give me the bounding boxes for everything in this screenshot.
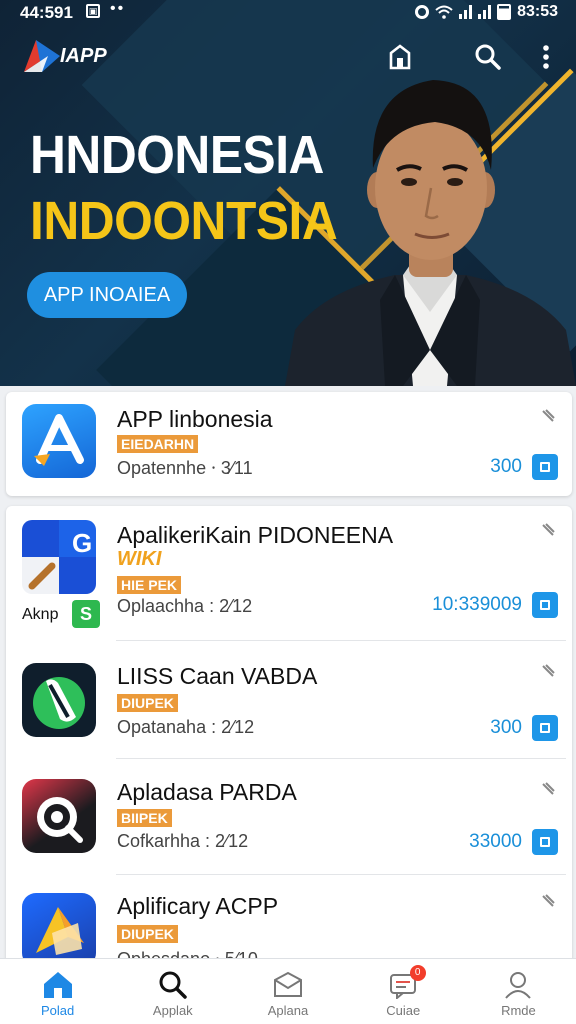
banner-subheadline: INDOONTSIA — [30, 191, 338, 251]
search-icon — [159, 971, 187, 999]
logo-text: IAPP — [60, 45, 107, 67]
notification-badge: 0 — [409, 965, 426, 981]
app-logo[interactable]: IAPP — [20, 36, 112, 76]
app-price: 300 — [490, 717, 522, 738]
tab-label: Rmde — [501, 1003, 536, 1018]
search-icon — [475, 44, 501, 70]
tab-label: Cuiae — [386, 1003, 421, 1018]
app-price: 10:339009 — [432, 594, 522, 615]
notification-icon: ▣ — [86, 4, 100, 18]
list-item[interactable]: APP linbonesia EIEDARHN Opatennhe ⸱ 3⁄11… — [6, 392, 572, 496]
triangle-logo-icon — [22, 404, 96, 478]
store-icon — [389, 44, 411, 70]
app-tag: EIEDARHN — [117, 435, 199, 453]
pin-icon[interactable] — [540, 893, 556, 909]
list-item[interactable]: Apladasa PARDA BIIPEK Cofkarhha : 2⁄12 3… — [6, 759, 572, 875]
status-time: 44:591 — [20, 3, 73, 22]
hero-banner[interactable]: 44:591 ▣ •• 83:53 IAPP HNDONESIA INDOONT… — [0, 0, 576, 386]
more-notifications-icon: •• — [110, 0, 126, 17]
app-meta: Opatanaha : 2⁄12 — [117, 717, 255, 737]
profile-icon — [505, 972, 532, 999]
tab-search[interactable]: Applak — [115, 959, 230, 1024]
featured-app-card[interactable]: APP linbonesia EIEDARHN Opatennhe ⸱ 3⁄11… — [6, 392, 572, 496]
pin-icon[interactable] — [540, 663, 556, 679]
g-logo-icon: G — [22, 520, 96, 594]
search-button[interactable] — [472, 40, 504, 74]
app-meta: Cofkarhha : 2⁄12 — [117, 831, 249, 851]
app-tag: HIE PEK — [117, 576, 182, 594]
app-title: ApalikeriKain PIDONEENA — [117, 522, 394, 548]
pin-icon[interactable] — [540, 781, 556, 797]
tab-profile[interactable]: Rmde — [461, 959, 576, 1024]
app-sublabel: Aknp — [22, 606, 59, 623]
signal-icon — [459, 5, 473, 19]
bottom-navigation: Polad Applak Aplana 0 Cuiae Rmde — [0, 958, 576, 1024]
app-price: 300 — [490, 456, 522, 477]
tab-messages[interactable]: 0 Cuiae — [346, 959, 461, 1024]
target-logo-icon — [22, 779, 96, 853]
download-button[interactable] — [532, 715, 558, 741]
app-title: LIISS Caan VABDA — [117, 663, 318, 689]
list-item[interactable]: G ApalikeriKain PIDONEENA WIKI HIE PEK O… — [6, 506, 572, 641]
svg-text:G: G — [72, 528, 92, 558]
home-icon — [43, 972, 72, 998]
tab-home[interactable]: Polad — [0, 959, 115, 1024]
list-item[interactable]: LIISS Caan VABDA DIUPEK Opatanaha : 2⁄12… — [6, 641, 572, 759]
app-tag: DIUPEK — [117, 925, 178, 943]
app-meta: Oplaachha : 2⁄12 — [117, 596, 253, 616]
app-title: Apladasa PARDA — [117, 779, 297, 805]
banner-headline: HNDONESIA — [30, 125, 324, 185]
download-button[interactable] — [532, 454, 558, 480]
app-brand-tag: WIKI — [117, 548, 162, 570]
status-clock: 83:53 — [517, 3, 558, 20]
store-button[interactable] — [384, 40, 416, 74]
more-vertical-icon — [543, 45, 549, 69]
download-button[interactable] — [532, 829, 558, 855]
app-title: Aplificary ACPP — [117, 893, 279, 919]
tab-label: Polad — [40, 1003, 75, 1018]
more-menu-button[interactable] — [530, 40, 562, 74]
banner-cta-button[interactable]: APP INOAIEA — [27, 272, 187, 318]
logo-mark-icon — [24, 40, 60, 72]
app-tag: DIUPEK — [117, 694, 178, 712]
tab-apps[interactable]: Aplana — [230, 959, 345, 1024]
box-icon — [274, 971, 302, 997]
phone-logo-icon — [22, 663, 96, 737]
app-store-badge: S — [72, 600, 100, 628]
tab-label: Aplana — [267, 1003, 309, 1018]
pin-icon[interactable] — [540, 408, 556, 424]
wifi-icon — [435, 5, 453, 19]
app-tag: BIIPEK — [117, 809, 172, 827]
signal-icon — [478, 5, 492, 19]
battery-icon — [497, 4, 512, 20]
app-price: 33000 — [469, 831, 522, 852]
app-list: G ApalikeriKain PIDONEENA WIKI HIE PEK O… — [6, 506, 572, 966]
download-button[interactable] — [532, 592, 558, 618]
alarm-icon — [415, 5, 430, 19]
app-meta: Opatennhe ⸱ 3⁄11 — [117, 458, 253, 478]
tab-label: Applak — [152, 1003, 193, 1018]
pin-icon[interactable] — [540, 522, 556, 538]
status-bar: 44:591 ▣ •• 83:53 — [0, 0, 576, 26]
list-item[interactable]: Aplificary ACPP DIUPEK Ophesdano ⸱ 5⁄10 — [6, 875, 572, 966]
paper-logo-icon — [22, 893, 96, 966]
app-title: APP linbonesia — [117, 406, 273, 432]
